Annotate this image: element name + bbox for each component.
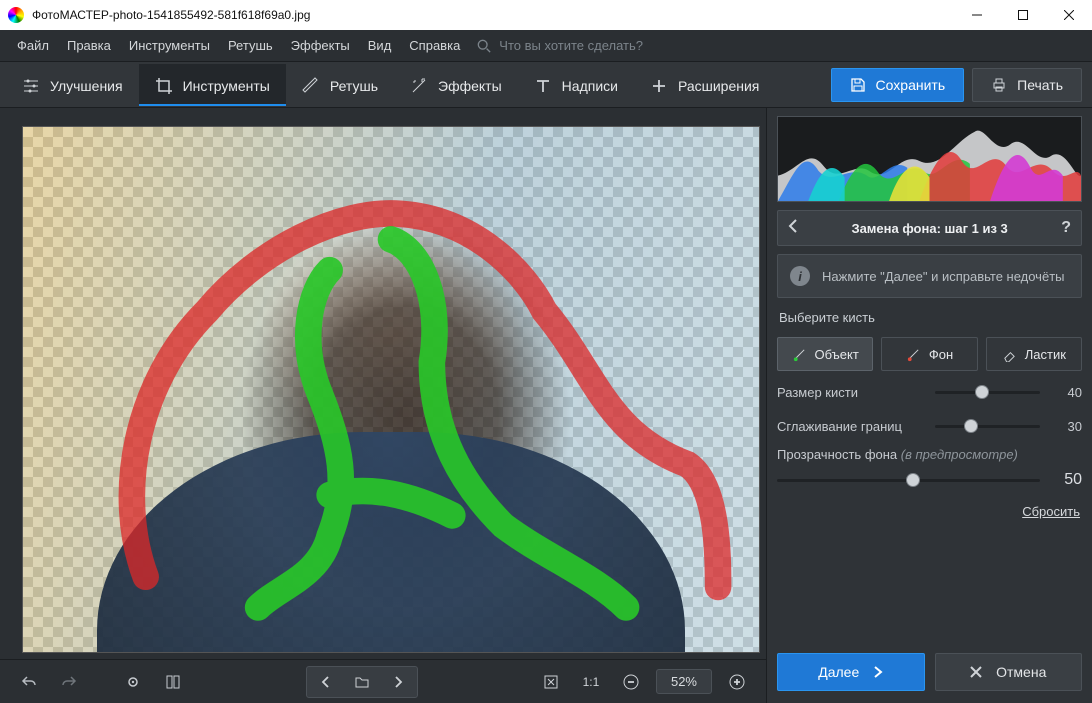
object-stroke	[258, 239, 626, 607]
bg-opacity-label: Прозрачность фона (в предпросмотре)	[777, 447, 1082, 462]
next-image-button[interactable]	[381, 669, 415, 695]
brush-icon	[302, 77, 320, 95]
wand-icon	[410, 77, 428, 95]
eraser-icon	[1002, 347, 1017, 362]
tab-tools-label: Инструменты	[183, 78, 270, 94]
tab-extensions-label: Расширения	[678, 78, 759, 94]
print-button[interactable]: Печать	[972, 68, 1082, 102]
text-icon	[534, 77, 552, 95]
brush-eraser-label: Ластик	[1025, 347, 1066, 362]
edge-smooth-value: 30	[1048, 419, 1082, 434]
info-icon: i	[790, 266, 810, 286]
cancel-label: Отмена	[996, 664, 1046, 680]
statusbar: 1:1 52%	[0, 659, 766, 703]
undo-button[interactable]	[14, 667, 44, 697]
window-close-button[interactable]	[1046, 0, 1092, 30]
close-icon	[970, 666, 982, 678]
tab-retouch[interactable]: Ретушь	[286, 64, 394, 106]
command-search-placeholder: Что вы хотите сделать?	[499, 38, 643, 53]
edge-smooth-label: Сглаживание границ	[777, 419, 927, 434]
menubar: Файл Правка Инструменты Ретушь Эффекты В…	[0, 30, 1092, 62]
step-help-button[interactable]: ?	[1061, 219, 1071, 237]
step-header: Замена фона: шаг 1 из 3 ?	[777, 210, 1082, 246]
save-button[interactable]: Сохранить	[831, 68, 965, 102]
brush-background-button[interactable]: Фон	[881, 337, 977, 371]
tab-retouch-label: Ретушь	[330, 78, 378, 94]
choose-brush-label: Выберите кисть	[777, 306, 1082, 329]
cancel-button[interactable]: Отмена	[935, 653, 1083, 691]
redo-button[interactable]	[54, 667, 84, 697]
menu-edit[interactable]: Правка	[58, 30, 120, 62]
image-canvas[interactable]	[22, 126, 760, 653]
edge-smooth-slider[interactable]	[935, 416, 1040, 436]
before-after-button[interactable]	[158, 667, 188, 697]
brush-green-icon	[792, 347, 807, 362]
open-folder-button[interactable]	[345, 669, 379, 695]
menu-retouch[interactable]: Ретушь	[219, 30, 282, 62]
zoom-percent[interactable]: 52%	[656, 669, 712, 694]
tab-extensions[interactable]: Расширения	[634, 64, 775, 106]
brush-strokes-overlay	[23, 127, 759, 628]
sliders-icon	[22, 77, 40, 95]
info-hint: i Нажмите "Далее" и исправьте недочёты	[777, 254, 1082, 298]
compare-button[interactable]	[118, 667, 148, 697]
zoom-actual-button[interactable]: 1:1	[576, 667, 606, 697]
window-titlebar: ФотоМАСТЕР - photo-1541855492-581f618f69…	[0, 0, 1092, 30]
tab-effects[interactable]: Эффекты	[394, 64, 518, 106]
step-title: Замена фона: шаг 1 из 3	[798, 221, 1061, 236]
chevron-left-icon	[788, 219, 798, 233]
next-button[interactable]: Далее	[777, 653, 925, 691]
print-label: Печать	[1017, 77, 1063, 93]
window-maximize-button[interactable]	[1000, 0, 1046, 30]
menu-effects[interactable]: Эффекты	[282, 30, 359, 62]
chevron-right-icon	[873, 666, 883, 678]
title-file: photo-1541855492-581f618f69a0.jpg	[113, 8, 311, 22]
command-search[interactable]: Что вы хотите сделать?	[477, 38, 643, 53]
plus-icon	[650, 77, 668, 95]
tab-effects-label: Эффекты	[438, 78, 502, 94]
crop-icon	[155, 77, 173, 95]
brush-size-slider[interactable]	[935, 382, 1040, 402]
reset-link[interactable]: Сбросить	[1022, 504, 1080, 519]
print-icon	[991, 77, 1007, 93]
brush-object-label: Объект	[815, 347, 859, 362]
histogram[interactable]	[777, 116, 1082, 202]
info-text: Нажмите "Далее" и исправьте недочёты	[822, 269, 1065, 284]
brush-eraser-button[interactable]: Ластик	[986, 337, 1082, 371]
prev-image-button[interactable]	[309, 669, 343, 695]
menu-tools[interactable]: Инструменты	[120, 30, 219, 62]
zoom-out-button[interactable]	[616, 667, 646, 697]
menu-help[interactable]: Справка	[400, 30, 469, 62]
nav-group	[306, 666, 418, 698]
bg-opacity-value: 50	[1048, 471, 1082, 489]
bg-opacity-slider[interactable]	[777, 470, 1040, 490]
search-icon	[477, 39, 491, 53]
tab-text-label: Надписи	[562, 78, 618, 94]
brush-size-value: 40	[1048, 385, 1082, 400]
window-minimize-button[interactable]	[954, 0, 1000, 30]
brush-object-button[interactable]: Объект	[777, 337, 873, 371]
fit-screen-button[interactable]	[536, 667, 566, 697]
brush-red-icon	[906, 347, 921, 362]
zoom-in-button[interactable]	[722, 667, 752, 697]
title-app: ФотоМАСТЕР	[32, 8, 109, 22]
side-panel: Замена фона: шаг 1 из 3 ? i Нажмите "Дал…	[766, 108, 1092, 703]
tab-improve[interactable]: Улучшения	[6, 64, 139, 106]
app-logo-icon	[8, 7, 24, 23]
brush-size-label: Размер кисти	[777, 385, 927, 400]
step-back-button[interactable]	[788, 219, 798, 238]
menu-file[interactable]: Файл	[8, 30, 58, 62]
tab-improve-label: Улучшения	[50, 78, 123, 94]
next-label: Далее	[818, 664, 859, 680]
tab-tools[interactable]: Инструменты	[139, 64, 286, 106]
menu-view[interactable]: Вид	[359, 30, 401, 62]
save-label: Сохранить	[876, 77, 946, 93]
tool-tabs: Улучшения Инструменты Ретушь Эффекты Над…	[0, 62, 1092, 108]
brush-background-label: Фон	[929, 347, 953, 362]
save-icon	[850, 77, 866, 93]
tab-text[interactable]: Надписи	[518, 64, 634, 106]
